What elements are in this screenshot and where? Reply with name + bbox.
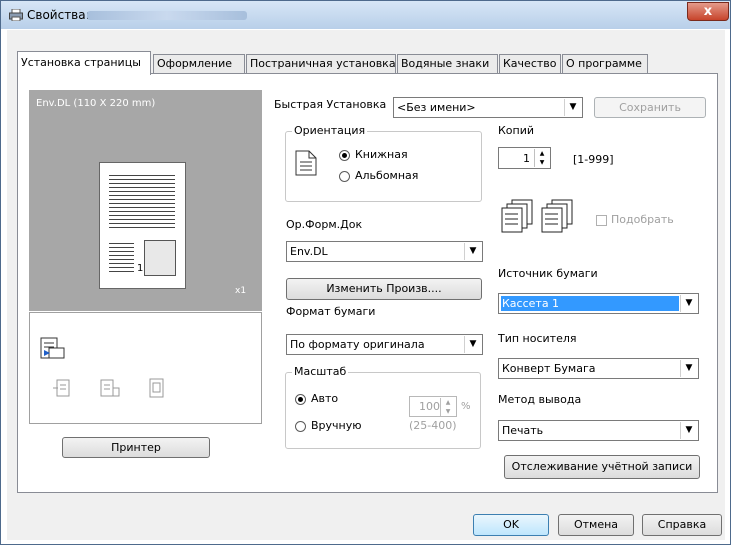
output-method-label: Метод вывода [498, 393, 582, 406]
tray-view-icon[interactable] [52, 378, 74, 400]
paper-source-label: Источник бумаги [498, 267, 598, 280]
copies-spinner[interactable]: 1 ▲ ▼ [498, 147, 551, 169]
window-title: Свойства: [27, 8, 90, 22]
account-tracking-button[interactable]: Отслеживание учётной записи [504, 455, 700, 479]
cancel-button[interactable]: Отмена [558, 514, 634, 536]
title-bar[interactable]: Свойства: x [1, 1, 730, 29]
paper-size-select[interactable]: По формату оригинала ▼ [286, 334, 483, 355]
copies-badge: x1 [235, 286, 247, 296]
tab-quality[interactable]: Качество [499, 54, 561, 73]
copies-label: Копий [498, 124, 535, 137]
output-method-select[interactable]: Печать ▼ [498, 420, 699, 441]
paper-view-icon[interactable] [40, 337, 66, 361]
tab-about[interactable]: О программе [562, 54, 648, 73]
media-type-label: Тип носителя [498, 332, 577, 345]
zoom-spinner[interactable]: 100 ▲ ▼ [409, 396, 457, 417]
original-size-label: Ор.Форм.Док [286, 218, 363, 231]
chevron-down-icon: ▼ [564, 99, 581, 116]
zoom-auto-radio[interactable] [295, 394, 306, 405]
chevron-down-icon: ▼ [464, 243, 481, 260]
collate-label: Подобрать [611, 213, 674, 226]
portrait-page-icon [295, 150, 317, 176]
chevron-down-icon: ▼ [680, 295, 697, 312]
landscape-label: Альбомная [355, 169, 419, 182]
portrait-label: Книжная [355, 148, 408, 161]
stamp-box [144, 240, 176, 276]
zoom-auto-label: Авто [311, 392, 339, 405]
printer-button[interactable]: Принтер [62, 437, 210, 458]
envelope-sheet: 1 [99, 162, 186, 289]
orientation-title: Ориентация [292, 124, 368, 137]
custom-size-button[interactable]: Изменить Произв.... [286, 278, 482, 300]
zoom-manual-label: Вручную [311, 419, 362, 432]
original-size-value: Env.DL [290, 245, 328, 258]
tab-page-setup[interactable]: Установка страницы [17, 51, 151, 75]
spinner-arrows-icon: ▲ ▼ [440, 398, 455, 416]
uncollated-copies-icon [501, 199, 533, 233]
output-view-icon[interactable] [98, 378, 122, 400]
ok-button[interactable]: OK [473, 514, 549, 536]
page-preview: Env.DL (110 X 220 mm) 1 x1 [29, 90, 262, 311]
paper-source-value: Кассета 1 [501, 296, 679, 311]
orientation-group: Ориентация Книжная Альбомная [285, 124, 482, 202]
paper-size-label: Формат бумаги [286, 305, 376, 318]
collated-copies-icon [541, 199, 573, 233]
output-method-value: Печать [502, 424, 544, 437]
zoom-group: Масштаб Авто Вручную 100 ▲ ▼ % (25-400) [285, 365, 481, 449]
copies-range: [1-999] [573, 153, 614, 166]
quick-setup-value: <Без имени> [397, 101, 476, 114]
quick-setup-label: Быстрая Установка [274, 98, 387, 111]
copies-value: 1 [523, 152, 530, 165]
properties-window: Свойства: x Установка страницы Оформлени… [0, 0, 731, 545]
tab-watermarks[interactable]: Водяные знаки [397, 54, 498, 73]
landscape-radio[interactable] [339, 171, 350, 182]
media-type-value: Конверт Бумага [502, 362, 596, 375]
zoom-value: 100 [419, 400, 440, 413]
zoom-unit: % [461, 401, 471, 412]
save-button[interactable]: Сохранить [594, 97, 706, 118]
zoom-title: Масштаб [292, 365, 349, 378]
text-lines-graphic [109, 175, 175, 231]
tab-per-page-setup[interactable]: Постраничная установка [246, 54, 396, 73]
page-number: 1 [137, 263, 144, 274]
close-icon: x [703, 4, 713, 19]
chevron-down-icon: ▼ [464, 336, 481, 353]
zoom-manual-radio[interactable] [295, 421, 306, 432]
document-view-icon[interactable] [148, 378, 166, 400]
printer-icon [9, 9, 23, 21]
view-icons-pane [29, 312, 262, 424]
printer-name-redacted [87, 11, 247, 20]
zoom-range: (25-400) [409, 419, 457, 432]
spinner-arrows-icon: ▲ ▼ [534, 149, 549, 167]
tab-layout[interactable]: Оформление [153, 54, 245, 73]
close-button[interactable]: x [687, 2, 729, 21]
text-lines-graphic [109, 243, 134, 273]
portrait-radio[interactable] [339, 150, 350, 161]
collate-checkbox[interactable] [596, 215, 607, 226]
quick-setup-select[interactable]: <Без имени> ▼ [393, 97, 583, 118]
media-type-select[interactable]: Конверт Бумага ▼ [498, 358, 699, 379]
original-size-select[interactable]: Env.DL ▼ [286, 241, 483, 262]
help-button[interactable]: Справка [642, 514, 722, 536]
chevron-down-icon: ▼ [680, 360, 697, 377]
chevron-down-icon: ▼ [680, 422, 697, 439]
paper-source-select[interactable]: Кассета 1 ▼ [498, 293, 699, 314]
paper-size-value: По формату оригинала [290, 338, 425, 351]
paper-size-caption: Env.DL (110 X 220 mm) [36, 98, 156, 109]
